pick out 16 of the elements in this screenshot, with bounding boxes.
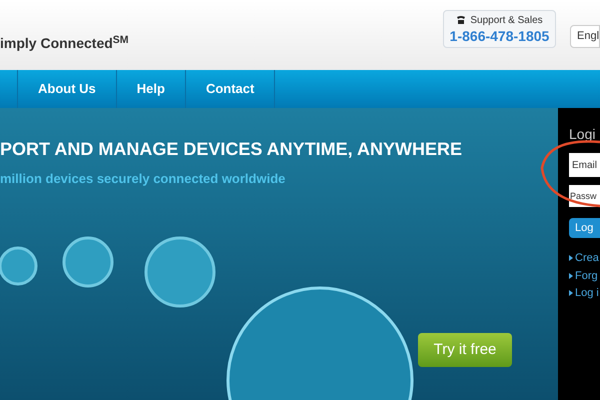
login-link[interactable]: Forg (575, 268, 598, 284)
language-button[interactable]: Engl (570, 25, 600, 48)
hero-title: PORT AND MANAGE DEVICES ANYTIME, ANYWHERE (0, 138, 464, 161)
support-label: Support & Sales (470, 14, 543, 28)
phone-number: 1-866-478-1805 (450, 28, 550, 46)
email-field[interactable]: Email (569, 153, 600, 177)
phone-icon (456, 15, 466, 26)
logo-text: imply Connected$^{SM}$ (0, 33, 129, 53)
triangle-icon (569, 255, 573, 262)
try-free-button[interactable]: Try it free (418, 333, 512, 367)
triangle-icon (569, 272, 573, 279)
login-link[interactable]: Log i (575, 285, 599, 302)
login-button[interactable]: Log (569, 218, 600, 238)
hero-subtitle: million devices securely connected worldwide (0, 170, 286, 188)
login-link[interactable]: Crea (575, 250, 599, 266)
triangle-icon (569, 290, 573, 296)
